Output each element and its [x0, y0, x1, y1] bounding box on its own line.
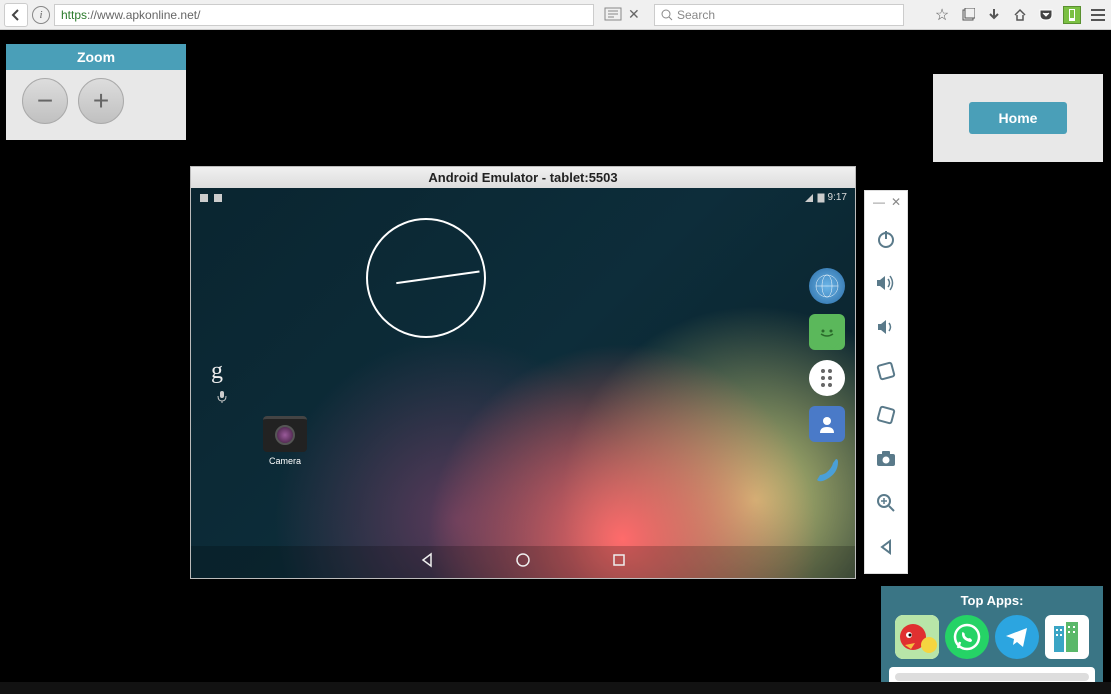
top-apps-panel: Top Apps:	[881, 586, 1103, 691]
zoom-panel: Zoom − +	[6, 44, 186, 140]
app-dock	[809, 268, 845, 488]
arrow-left-icon	[9, 8, 23, 22]
clock-hour-hand	[396, 278, 426, 284]
status-icon	[199, 193, 209, 203]
status-bar: 9:17	[199, 192, 847, 203]
menu-icon[interactable]	[1089, 6, 1107, 24]
close-icon[interactable]: ✕	[891, 195, 901, 209]
minimize-icon[interactable]: —	[873, 195, 885, 209]
search-bar[interactable]: Search	[654, 4, 904, 26]
browser-app-icon[interactable]	[809, 268, 845, 304]
reader-mode-icon[interactable]	[604, 7, 624, 23]
zoom-out-button[interactable]: −	[22, 78, 68, 124]
google-search-icon[interactable]: g	[211, 358, 223, 385]
battery-icon	[817, 193, 825, 203]
camera-icon	[263, 416, 307, 452]
url-path: ://www.apkonline.net/	[87, 8, 200, 22]
url-scheme: https	[61, 8, 87, 22]
library-icon[interactable]	[959, 6, 977, 24]
messaging-app-icon[interactable]	[809, 314, 845, 350]
emulator-title: Android Emulator - tablet:5503	[191, 167, 855, 188]
home-panel: Home	[933, 74, 1103, 162]
volume-down-icon[interactable]	[874, 315, 898, 339]
camera-app[interactable]: Camera	[263, 416, 307, 466]
power-icon[interactable]	[874, 227, 898, 251]
toolbar-back-icon[interactable]	[874, 535, 898, 559]
browser-toolbar: i https://www.apkonline.net/ ✕ Search ☆	[0, 0, 1111, 30]
status-icon	[213, 193, 223, 203]
android-nav-bar	[191, 546, 855, 578]
zoom-header: Zoom	[6, 44, 186, 70]
whatsapp-app-icon[interactable]	[945, 615, 989, 659]
camera-label: Camera	[263, 456, 307, 466]
clock-minute-hand	[426, 270, 480, 279]
telegram-app-icon[interactable]	[995, 615, 1039, 659]
back-button[interactable]	[4, 3, 28, 27]
signal-icon	[804, 193, 814, 203]
rotate-left-icon[interactable]	[874, 359, 898, 383]
search-placeholder: Search	[677, 8, 715, 22]
search-icon	[661, 9, 673, 21]
url-bar[interactable]: https://www.apkonline.net/	[54, 4, 594, 26]
zoom-in-button[interactable]: +	[78, 78, 124, 124]
nav-home-icon[interactable]	[515, 552, 531, 573]
building-app-icon[interactable]	[1045, 615, 1089, 659]
volume-up-icon[interactable]	[874, 271, 898, 295]
info-icon[interactable]: i	[32, 6, 50, 24]
contacts-app-icon[interactable]	[809, 406, 845, 442]
status-time: 9:17	[828, 192, 847, 203]
top-strip	[0, 30, 1111, 44]
phone-app-icon[interactable]	[809, 452, 845, 488]
screenshot-icon[interactable]	[874, 447, 898, 471]
apps-drawer-icon[interactable]	[809, 360, 845, 396]
nav-back-icon[interactable]	[419, 552, 435, 573]
mic-icon[interactable]	[216, 390, 228, 407]
bottom-strip	[0, 682, 1111, 694]
clock-widget[interactable]	[366, 218, 486, 338]
nav-recent-icon[interactable]	[611, 552, 627, 573]
home-button[interactable]: Home	[969, 102, 1068, 134]
bookmark-star-icon[interactable]: ☆	[933, 6, 951, 24]
home-icon[interactable]	[1011, 6, 1029, 24]
download-icon[interactable]	[985, 6, 1003, 24]
top-apps-header: Top Apps:	[881, 590, 1103, 611]
emulator-window: Android Emulator - tablet:5503 9:17 g	[190, 166, 856, 579]
emulator-side-toolbar: — ✕	[864, 190, 908, 574]
emulator-screen[interactable]: 9:17 g Camera	[191, 188, 855, 578]
zoom-icon[interactable]	[874, 491, 898, 515]
pocket-icon[interactable]	[1037, 6, 1055, 24]
clear-icon[interactable]: ✕	[628, 6, 644, 23]
angry-birds-app-icon[interactable]	[895, 615, 939, 659]
addon-icon[interactable]	[1063, 6, 1081, 24]
rotate-right-icon[interactable]	[874, 403, 898, 427]
